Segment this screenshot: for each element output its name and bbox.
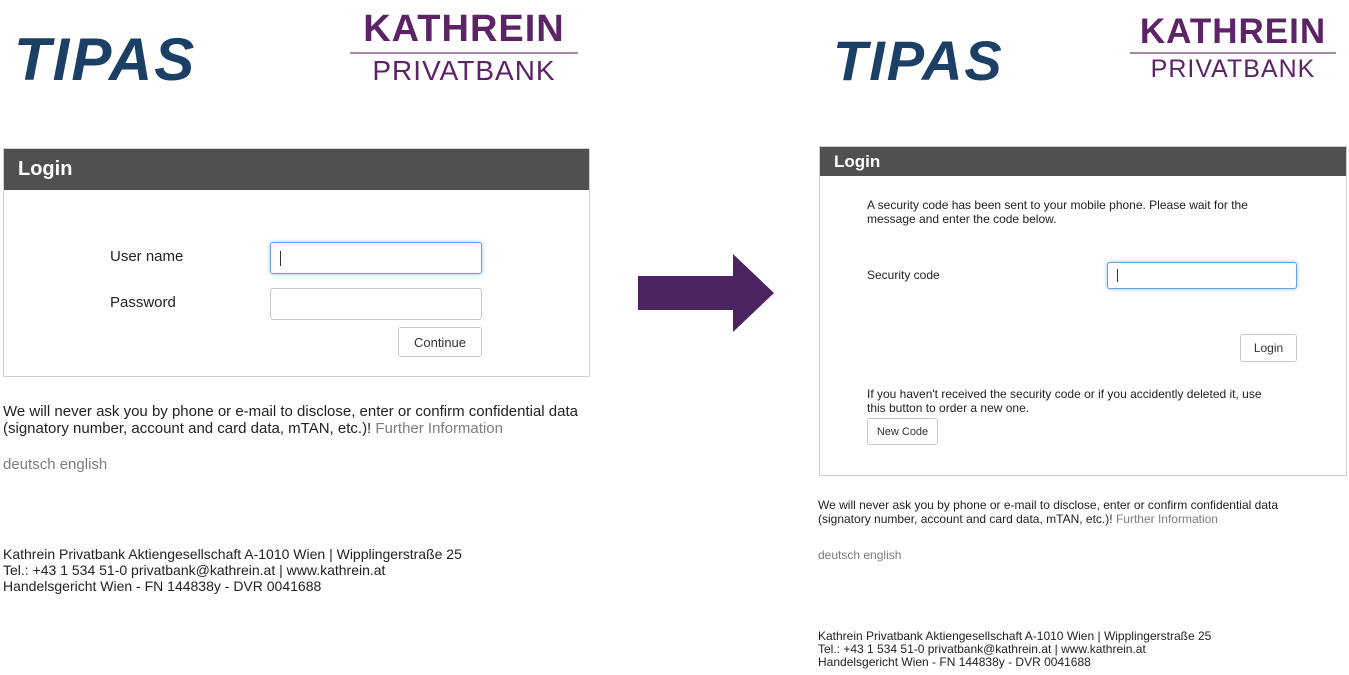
password-input[interactable] xyxy=(270,288,482,320)
lang-deutsch-link[interactable]: deutsch xyxy=(3,456,56,473)
tipas-logo: TIPAS xyxy=(14,26,197,93)
panel-title: Login xyxy=(820,147,1346,176)
footer-registry: Handelsgericht Wien - FN 144838y - DVR 0… xyxy=(3,578,322,594)
text-cursor xyxy=(280,251,281,266)
footer-address: Kathrein Privatbank Aktiengesellschaft A… xyxy=(3,546,462,562)
new-code-info: If you haven't received the security cod… xyxy=(867,387,1327,415)
kathrein-logo-divider xyxy=(1130,52,1336,54)
notice-line-1: We will never ask you by phone or e-mail… xyxy=(3,403,579,420)
further-information-link[interactable]: Further Information xyxy=(375,420,503,437)
security-notice: We will never ask you by phone or e-mail… xyxy=(818,498,1338,526)
footer: Kathrein Privatbank Aktiengesellschaft A… xyxy=(818,630,1211,669)
password-label: Password xyxy=(110,294,176,311)
tipas-logo: TIPAS xyxy=(833,29,1004,92)
kathrein-logo-bottom: PRIVATBANK xyxy=(1150,55,1316,83)
username-label: User name xyxy=(110,248,184,265)
kathrein-logo: KATHREIN PRIVATBANK xyxy=(350,10,578,85)
language-switch: deutsch english xyxy=(818,548,901,562)
message-line-1: A security code has been sent to your mo… xyxy=(867,198,1248,212)
notice-line-2-wrap: (signatory number, account and card data… xyxy=(3,420,603,437)
further-information-link[interactable]: Further Information xyxy=(1116,512,1218,526)
notice-line-2-wrap: (signatory number, account and card data… xyxy=(818,512,1338,526)
continue-button[interactable]: Continue xyxy=(398,327,482,357)
footer-contact: Tel.: +43 1 534 51-0 privatbank@kathrein… xyxy=(3,562,386,578)
lang-english-link[interactable]: english xyxy=(60,456,108,473)
lang-deutsch-link[interactable]: deutsch xyxy=(818,548,860,562)
language-switch: deutsch english xyxy=(3,456,107,473)
lang-english-link[interactable]: english xyxy=(863,548,901,562)
right-arrow-icon xyxy=(638,254,774,332)
login-button[interactable]: Login xyxy=(1240,334,1297,362)
security-code-input[interactable] xyxy=(1107,262,1297,289)
footer: Kathrein Privatbank Aktiengesellschaft A… xyxy=(3,546,462,594)
notice-line-2: (signatory number, account and card data… xyxy=(3,420,372,437)
panel-title: Login xyxy=(4,149,589,190)
security-notice: We will never ask you by phone or e-mail… xyxy=(3,403,603,437)
footer-registry: Handelsgericht Wien - FN 144838y - DVR 0… xyxy=(818,655,1091,669)
resend-line-2: this button to order a new one. xyxy=(867,401,1030,415)
notice-line-2: (signatory number, account and card data… xyxy=(818,512,1113,526)
kathrein-logo-divider xyxy=(350,52,578,54)
text-cursor xyxy=(1117,269,1118,282)
kathrein-logo: KATHREIN PRIVATBANK xyxy=(1130,14,1336,82)
kathrein-logo-top: KATHREIN xyxy=(1139,12,1327,51)
notice-line-1: We will never ask you by phone or e-mail… xyxy=(818,498,1279,512)
security-code-message: A security code has been sent to your mo… xyxy=(867,198,1327,226)
message-line-2: message and enter the code below. xyxy=(867,212,1057,226)
resend-line-1: If you haven't received the security cod… xyxy=(867,387,1262,401)
kathrein-logo-top: KATHREIN xyxy=(363,8,565,50)
security-code-label: Security code xyxy=(867,268,940,282)
username-input[interactable] xyxy=(270,242,482,274)
new-code-button[interactable]: New Code xyxy=(867,418,938,445)
kathrein-logo-bottom: PRIVATBANK xyxy=(372,55,556,86)
